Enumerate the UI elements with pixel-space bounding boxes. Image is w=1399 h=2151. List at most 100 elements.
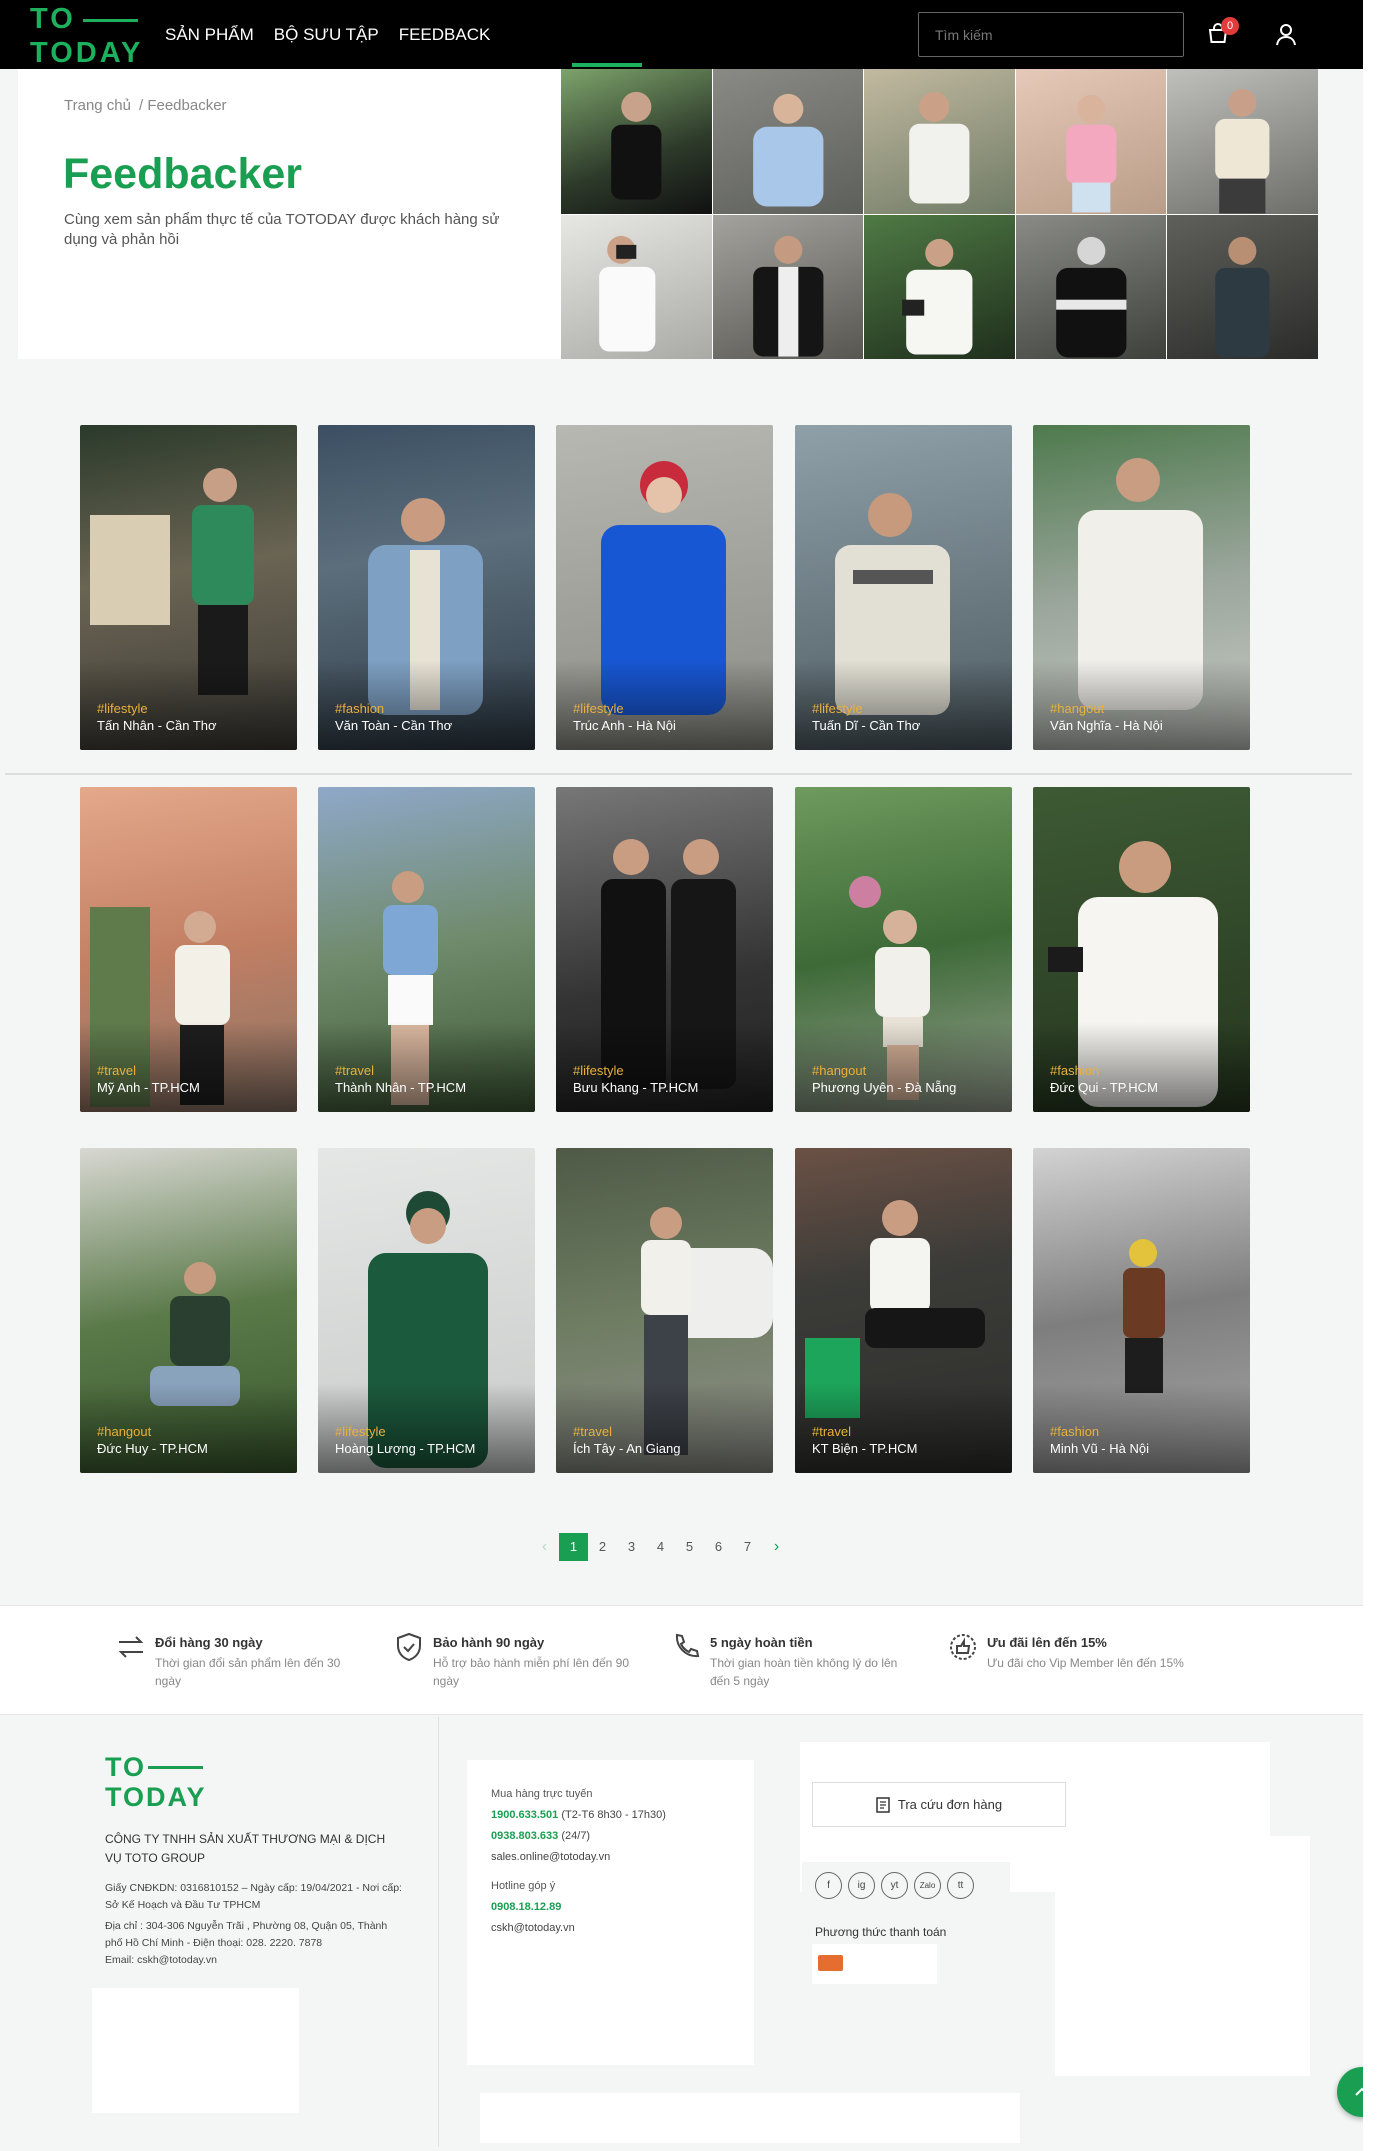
page-6[interactable]: 6 [704,1533,733,1561]
hero-photo [712,214,864,359]
cskh-email[interactable]: cskh@totoday.vn [491,1918,741,1939]
feedback-card[interactable]: #travel KT Biện - TP.HCM [795,1148,1012,1473]
page-description: Cùng xem sản phẩm thực tế của TOTODAY đư… [64,211,500,248]
card-name: Hoàng Lượng - TP.HCM [335,1441,476,1456]
card-name: Đức Qui - TP.HCM [1050,1080,1158,1095]
search-box [918,12,1184,57]
feedback-card[interactable]: #hangout Đức Huy - TP.HCM [80,1148,297,1473]
card-name: KT Biện - TP.HCM [812,1441,918,1456]
pagination-next[interactable]: › [762,1533,791,1561]
pagination: ‹ 1 2 3 4 5 6 7 › [530,1533,791,1561]
feedback-card[interactable]: #fashion Đức Qui - TP.HCM [1033,787,1250,1112]
hero-photo [561,214,712,359]
feedback-card[interactable]: #lifestyle Tuấn Dĩ - Cần Thơ [795,425,1012,750]
hero-photo [1015,214,1167,359]
benefit-desc: Thời gian hoàn tiền không lý do lên đến … [710,1656,898,1688]
feedback-card[interactable]: #fashion Văn Toàn - Cần Thơ [318,425,535,750]
benefit-title: Bảo hành 90 ngày [433,1635,545,1650]
footer-logo-line1: TO [105,1752,147,1782]
facebook-icon[interactable]: f [815,1872,842,1899]
phone1-note: (T2-T6 8h30 - 17h30) [561,1809,666,1821]
card-tag: #travel [335,1063,375,1078]
breadcrumb-current: / Feedbacker [138,97,227,114]
like-badge-icon [950,1634,976,1660]
nav-collections[interactable]: BỘ SƯU TẬP [274,25,379,45]
nav-feedback[interactable]: FEEDBACK [399,25,491,45]
payment-card-icon [818,1955,843,1971]
page-right-margin [1363,0,1399,2151]
page-1[interactable]: 1 [559,1533,588,1561]
page-5[interactable]: 5 [675,1533,704,1561]
page-3[interactable]: 3 [617,1533,646,1561]
feedback-card[interactable]: #lifestyle Trúc Anh - Hà Nội [556,425,773,750]
footer-right-block-2 [1055,1836,1310,2076]
feedback-card[interactable]: #travel Ích Tây - An Giang [556,1148,773,1473]
card-name: Tấn Nhân - Cần Thơ [97,718,217,733]
hero-photo [712,69,864,214]
logo-line2: TODAY [30,37,144,69]
page-title: Feedbacker [63,150,303,198]
card-tag: #travel [573,1424,613,1439]
payment-title: Phương thức thanh toán [815,1925,947,1939]
hotline[interactable]: 0908.18.12.89 [491,1897,741,1918]
card-tag: #lifestyle [97,701,148,716]
pagination-prev[interactable]: ‹ [530,1533,559,1561]
company-license: Giấy CNĐKDN: 0316810152 – Ngày cấp: 19/0… [105,1882,402,1911]
benefit-desc: Thời gian đổi sản phẩm lên đến 30 ngày [155,1656,341,1688]
hero-photo-grid [561,69,1318,359]
order-lookup-button[interactable]: Tra cứu đơn hàng [812,1782,1066,1827]
phone1[interactable]: 1900.633.501 [491,1809,558,1821]
card-name: Thành Nhân - TP.HCM [335,1080,467,1095]
youtube-icon[interactable]: yt [881,1872,908,1899]
search-input[interactable] [919,13,1183,56]
row-divider [5,773,1352,775]
breadcrumb: Trang chủ / Feedbacker [64,97,227,114]
page-7[interactable]: 7 [733,1533,762,1561]
feedback-card[interactable]: #travel Thành Nhân - TP.HCM [318,787,535,1112]
hero-photo [1167,214,1318,359]
company-name: CÔNG TY TNHH SẢN XUẤT THƯƠNG MẠI & DỊCH … [105,1832,386,1865]
card-name: Văn Toàn - Cần Thơ [335,718,453,733]
main-nav: SẢN PHẨM BỘ SƯU TẬP FEEDBACK [165,0,490,69]
footer-logo-dash [148,1766,203,1769]
phone2[interactable]: 0938.803.633 [491,1830,558,1842]
logo[interactable]: TO TODAY [30,3,144,69]
footer-bottom-block [480,2093,1020,2143]
footer-logo-line2: TODAY [105,1782,207,1812]
zalo-icon[interactable]: Zalo [914,1872,941,1899]
breadcrumb-home[interactable]: Trang chủ [64,97,131,114]
card-tag: #fashion [1050,1424,1100,1439]
footer-blank-block [92,1988,299,2113]
feedback-card[interactable]: #lifestyle Hoàng Lượng - TP.HCM [318,1148,535,1473]
card-tag: #travel [97,1063,137,1078]
logo-dash [83,19,138,22]
tiktok-icon[interactable]: tt [947,1872,974,1899]
nav-products[interactable]: SẢN PHẨM [165,25,254,45]
company-info: Giấy CNĐKDN: 0316810152 – Ngày cấp: 19/0… [105,1880,405,1969]
phone-icon [675,1633,700,1658]
card-tag: #lifestyle [335,1424,386,1439]
hero-photo [1167,69,1318,214]
card-name: Tuấn Dĩ - Cần Thơ [812,718,921,733]
sales-email[interactable]: sales.online@totoday.vn [491,1847,741,1868]
card-tag: #lifestyle [573,701,624,716]
footer-logo[interactable]: TO TODAY [105,1752,215,1816]
page-2[interactable]: 2 [588,1533,617,1561]
card-tag: #hangout [812,1063,867,1078]
top-header: TO TODAY SẢN PHẨM BỘ SƯU TẬP FEEDBACK 0 [0,0,1363,69]
feedback-card[interactable]: #hangout Phương Uyên - Đà Nẵng [795,787,1012,1112]
user-icon[interactable] [1273,21,1299,47]
card-tag: #lifestyle [573,1063,624,1078]
benefit-desc: Ưu đãi cho Vip Member lên đến 15% [987,1656,1184,1670]
card-tag: #hangout [1050,701,1105,716]
feedback-card[interactable]: #lifestyle Bưu Khang - TP.HCM [556,787,773,1112]
feedback-card[interactable]: #hangout Văn Nghĩa - Hà Nội [1033,425,1250,750]
feedback-card[interactable]: #travel Mỹ Anh - TP.HCM [80,787,297,1112]
feedback-card[interactable]: #lifestyle Tấn Nhân - Cần Thơ [80,425,297,750]
feedback-card[interactable]: #fashion Minh Vũ - Hà Nội [1033,1148,1250,1473]
instagram-icon[interactable]: ig [848,1872,875,1899]
card-tag: #fashion [1050,1063,1100,1078]
company-email: Email: cskh@totoday.vn [105,1954,218,1966]
page-4[interactable]: 4 [646,1533,675,1561]
card-tag: #lifestyle [812,701,863,716]
